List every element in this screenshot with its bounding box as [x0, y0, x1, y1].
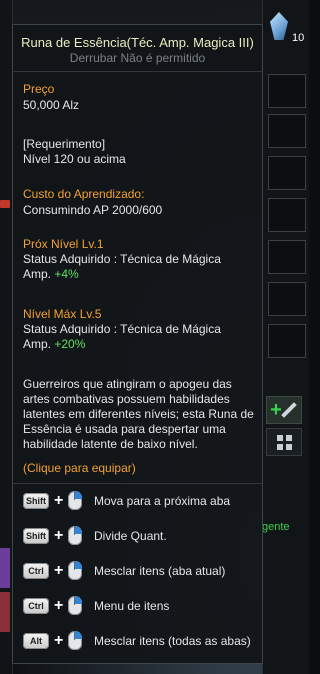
next-level-title: Próx Nível — [23, 237, 79, 251]
equip-hint: (Clique para equipar) — [23, 461, 136, 475]
learn-cost-label: Custo do Aprendizado: — [23, 187, 145, 201]
item-tooltip: Runa de Essência(Téc. Amp. Magica III) D… — [12, 24, 263, 664]
shift-key-icon: Shift — [23, 493, 49, 509]
plus-icon: + — [54, 562, 64, 579]
plus-icon: + — [54, 632, 64, 649]
alt-key-icon: Alt — [23, 633, 49, 649]
item-description: Guerreiros que atingiram o apogeu das ar… — [23, 377, 254, 451]
max-level-title: Nível Máx — [23, 307, 77, 321]
left-edge-marker — [0, 548, 10, 588]
plus-icon: + — [54, 527, 64, 544]
inventory-slot-crystal[interactable]: 10 — [264, 4, 308, 54]
shortcut-label: Mova para a próxima aba — [94, 494, 231, 508]
left-edge-marker — [0, 200, 10, 208]
requirement-value: Nível 120 ou acima — [23, 152, 126, 166]
inventory-slot[interactable] — [268, 156, 306, 190]
next-level-status: Status Adquirido : Técnica de Mágica — [23, 252, 221, 266]
max-level-status: Status Adquirido : Técnica de Mágica — [23, 322, 221, 336]
divider — [13, 71, 262, 72]
right-click-mouse-icon — [68, 631, 82, 650]
item-subtitle: Derrubar Não é permitido — [69, 51, 206, 65]
right-click-mouse-icon — [68, 561, 82, 580]
inventory-slot[interactable] — [268, 114, 306, 148]
side-label: gente — [262, 521, 290, 533]
sword-icon — [281, 402, 297, 418]
next-level-amp-value: +4% — [54, 267, 79, 281]
left-edge-marker — [0, 592, 10, 632]
shift-key-icon: Shift — [23, 528, 49, 544]
inventory-slot[interactable] — [268, 282, 306, 316]
requirement-label: [Requerimento] — [23, 137, 106, 151]
next-level-lv: Lv.1 — [81, 237, 104, 251]
inventory-slot[interactable] — [268, 74, 306, 108]
inventory-slot[interactable] — [268, 198, 306, 232]
item-title: Runa de Essência(Téc. Amp. Magica III) — [21, 35, 254, 50]
add-skill-button[interactable]: + — [266, 396, 302, 424]
max-level-label: Nível Máx Lv.5 — [23, 307, 101, 322]
next-level-label: Próx Nível Lv.1 — [23, 237, 104, 252]
max-level-amp-label: Amp. — [23, 337, 52, 351]
max-level-lv: Lv.5 — [79, 307, 102, 321]
right-click-mouse-icon — [68, 596, 82, 615]
ctrl-key-icon: Ctrl — [23, 563, 49, 579]
plus-icon: + — [54, 492, 64, 509]
divider — [13, 483, 262, 484]
plus-icon: + — [270, 399, 282, 421]
inventory-slot[interactable] — [268, 324, 306, 358]
shortcut-label: Menu de itens — [94, 599, 170, 613]
next-level-amp-label: Amp. — [23, 267, 52, 281]
shortcut-label: Mesclar itens (todas as abas) — [94, 634, 251, 648]
grid-menu-button[interactable] — [266, 428, 302, 456]
grid-icon — [276, 434, 292, 450]
inventory-slot[interactable] — [268, 240, 306, 274]
max-level-amp: Amp. +20% — [23, 337, 85, 352]
right-click-mouse-icon — [68, 491, 82, 510]
shortcut-label: Divide Quant. — [94, 529, 167, 543]
max-level-amp-value: +20% — [54, 337, 86, 351]
shortcut-label: Mesclar itens (aba atual) — [94, 564, 226, 578]
right-click-mouse-icon — [68, 526, 82, 545]
price-label: Preço — [23, 82, 55, 96]
price-value: 50,000 Alz — [23, 98, 80, 112]
item-count: 10 — [292, 32, 305, 44]
plus-icon: + — [54, 597, 64, 614]
next-level-amp: Amp. +4% — [23, 267, 79, 282]
ctrl-key-icon: Ctrl — [23, 598, 49, 614]
learn-cost-value: Consumindo AP 2000/600 — [23, 203, 163, 217]
crystal-icon — [270, 12, 288, 40]
